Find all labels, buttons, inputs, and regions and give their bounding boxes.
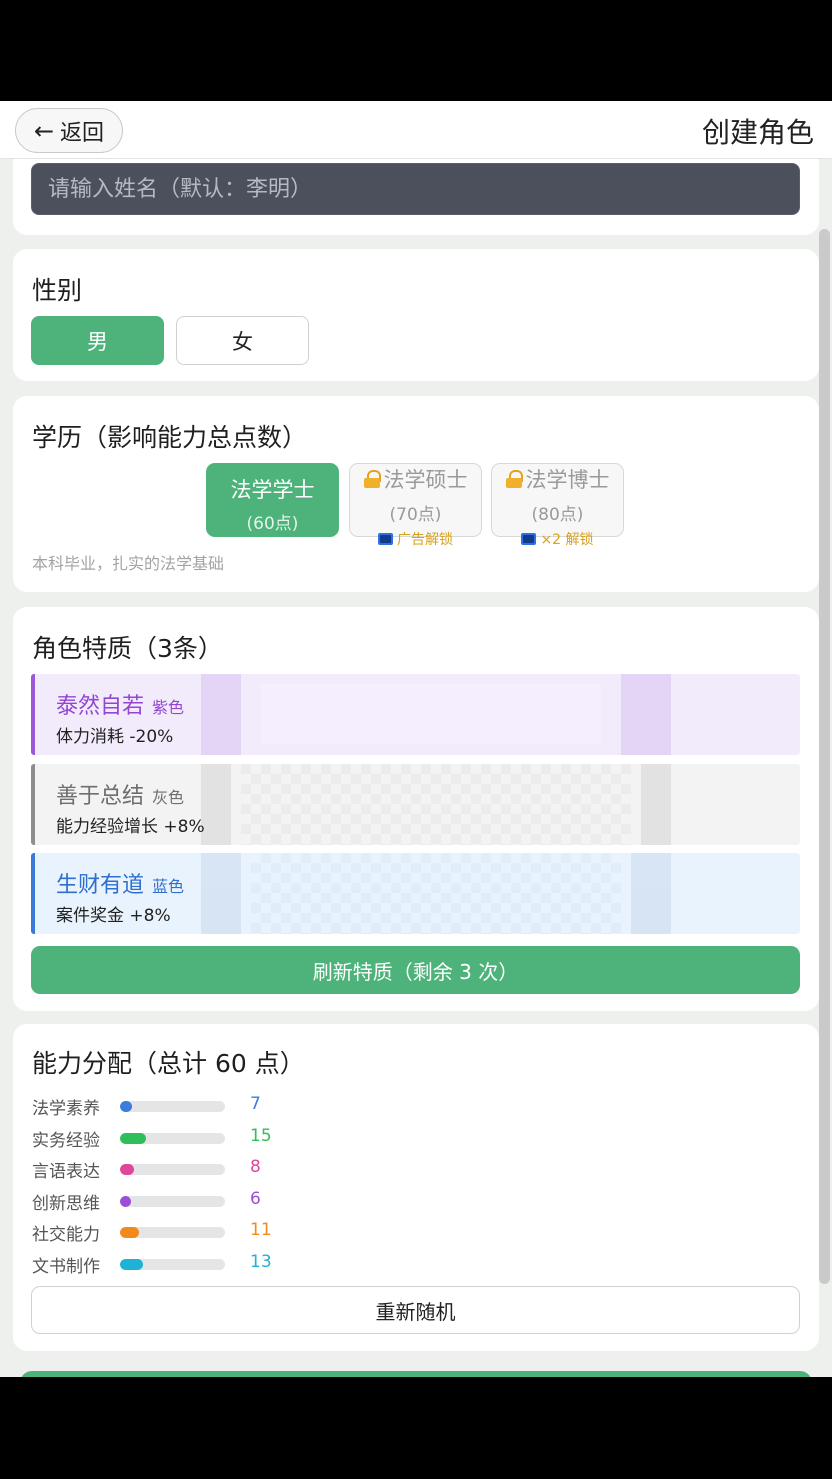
ability-value: 15 <box>250 1125 272 1146</box>
traits-title: 角色特质（3条） <box>32 634 223 663</box>
trait-item: 生财有道 蓝色 案件奖金 +8% <box>31 853 800 934</box>
ability-value: 6 <box>250 1188 261 1209</box>
arrow-left-icon: ← <box>33 116 55 145</box>
education-name: 法学学士 <box>230 478 315 502</box>
trait-background-pattern <box>201 764 671 845</box>
education-doctor-button[interactable]: 法学博士 (80点) ×2 解锁 <box>491 463 624 548</box>
ability-value: 7 <box>250 1094 261 1114</box>
education-points: (60点) <box>246 514 299 534</box>
app-screen: ← 返回 创建角色 性别 男 女 学历（影响能力总点数） 法学学士 (60点) … <box>0 101 832 1377</box>
reroll-button[interactable]: 重新随机 <box>31 1286 800 1334</box>
name-input[interactable] <box>31 163 800 215</box>
trait-effect: 能力经验增长 +8% <box>56 817 205 837</box>
education-points: (80点) <box>531 505 584 525</box>
trait-color-bar <box>31 674 35 755</box>
ability-bar <box>120 1259 225 1270</box>
trait-name: 生财有道 <box>56 873 145 898</box>
ability-value: 13 <box>250 1252 272 1272</box>
ability-bar <box>120 1132 225 1144</box>
ability-bar-fill <box>120 1259 143 1270</box>
education-points: (70点) <box>389 505 442 525</box>
back-label: 返回 <box>60 120 105 146</box>
trait-background-pattern <box>201 853 671 934</box>
trait-effect: 案件奖金 +8% <box>56 906 171 926</box>
education-name: 法学硕士 <box>383 468 468 492</box>
scrollbar[interactable] <box>819 229 830 1284</box>
scroll-area[interactable]: 性别 男 女 学历（影响能力总点数） 法学学士 (60点) 法学硕士 (70点)… <box>0 159 832 1377</box>
ability-row: 文书制作 13 <box>32 1252 332 1277</box>
trait-color-bar <box>31 764 35 845</box>
education-card: 学历（影响能力总点数） 法学学士 (60点) 法学硕士 (70点) 广告解锁 法… <box>13 396 819 592</box>
ability-row: 创新思维 6 <box>32 1188 332 1214</box>
gender-card: 性别 男 女 <box>13 249 819 381</box>
trait-rarity: 灰色 <box>152 788 185 807</box>
confirm-button[interactable] <box>20 1371 812 1377</box>
page-title: 创建角色 <box>701 116 814 149</box>
ability-bar <box>120 1164 225 1176</box>
trait-rarity: 蓝色 <box>152 877 185 896</box>
ability-value: 11 <box>250 1220 272 1241</box>
ability-bar-fill <box>120 1101 133 1112</box>
trait-name-line: 善于总结 灰色 <box>56 778 184 810</box>
ability-label: 实务经验 <box>32 1130 100 1151</box>
unlock-label: 广告解锁 <box>397 532 453 548</box>
trait-item: 善于总结 灰色 能力经验增长 +8% <box>31 764 800 845</box>
ability-row: 社交能力 11 <box>32 1220 332 1246</box>
trait-item: 泰然自若 紫色 体力消耗 -20% <box>31 674 800 755</box>
ability-value: 8 <box>250 1157 261 1178</box>
name-card <box>13 159 819 235</box>
ability-label: 法学素养 <box>32 1099 100 1119</box>
education-description: 本科毕业，扎实的法学基础 <box>32 554 225 573</box>
abilities-card: 能力分配（总计 60 点） 法学素养 7 实务经验 15 言语表达 8 创新思维 6 社交能力 1… <box>13 1024 819 1351</box>
education-title: 学历（影响能力总点数） <box>32 423 308 452</box>
ability-bar-fill <box>120 1132 147 1144</box>
trait-rarity: 紫色 <box>152 698 185 717</box>
tv-icon <box>521 533 537 545</box>
trait-effect: 体力消耗 -20% <box>56 727 174 747</box>
gender-title: 性别 <box>32 276 83 305</box>
trait-name-line: 泰然自若 紫色 <box>56 688 184 720</box>
ability-bar-fill <box>120 1195 131 1207</box>
top-bar: ← 返回 创建角色 <box>0 101 832 159</box>
back-button[interactable]: ← 返回 <box>15 108 123 153</box>
ability-bar <box>120 1195 225 1207</box>
ability-row: 法学素养 7 <box>32 1094 332 1119</box>
gender-male-button[interactable]: 男 <box>31 316 164 365</box>
tv-icon <box>378 533 393 545</box>
ability-bar-fill <box>120 1227 140 1239</box>
ability-bar <box>120 1101 225 1112</box>
trait-name: 善于总结 <box>56 784 145 809</box>
ability-bar-fill <box>120 1164 134 1176</box>
trait-color-bar <box>31 853 35 934</box>
lock-icon <box>363 470 381 488</box>
gender-female-button[interactable]: 女 <box>176 316 309 365</box>
education-name: 法学博士 <box>525 468 610 492</box>
lock-icon <box>505 470 523 488</box>
education-bachelor-button[interactable]: 法学学士 (60点) <box>206 463 339 537</box>
abilities-title: 能力分配（总计 60 点） <box>32 1049 305 1078</box>
traits-card: 角色特质（3条） 泰然自若 紫色 体力消耗 -20% 善于总结 灰色 能力经验增… <box>13 607 819 1011</box>
trait-name-line: 生财有道 蓝色 <box>56 867 184 899</box>
ability-label: 社交能力 <box>32 1225 100 1246</box>
refresh-traits-button[interactable]: 刷新特质（剩余 3 次） <box>31 946 800 994</box>
education-master-button[interactable]: 法学硕士 (70点) 广告解锁 <box>349 463 482 548</box>
ability-label: 言语表达 <box>32 1162 100 1183</box>
trait-background-pattern <box>201 674 671 755</box>
ability-label: 创新思维 <box>32 1193 100 1214</box>
ability-row: 言语表达 8 <box>32 1157 332 1183</box>
ability-bar <box>120 1227 225 1239</box>
unlock-label: ×2 解锁 <box>540 532 594 548</box>
trait-name: 泰然自若 <box>56 694 145 719</box>
ability-row: 实务经验 15 <box>32 1125 332 1151</box>
ability-label: 文书制作 <box>32 1257 100 1277</box>
